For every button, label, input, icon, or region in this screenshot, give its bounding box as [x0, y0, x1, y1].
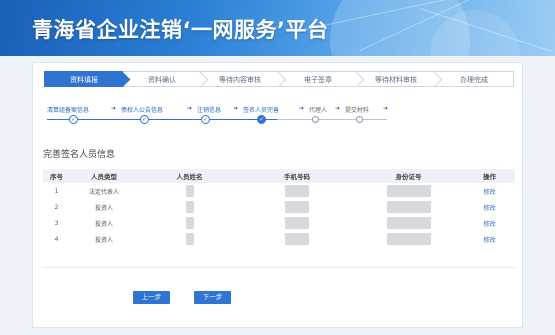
row-type: 投资人 — [94, 204, 113, 212]
row-type: 法定代表人 — [88, 188, 119, 196]
redacted-block — [185, 185, 194, 197]
col-phone: 手机号码 — [284, 173, 310, 181]
redacted-block — [285, 201, 309, 213]
substep-agent[interactable]: 代理人 — [309, 105, 327, 114]
substep-liquidation[interactable]: 清算组备案信息 — [47, 105, 89, 114]
step-label: 资料填报 — [70, 76, 98, 84]
row-name — [138, 201, 241, 213]
redacted-block — [185, 233, 194, 245]
arrow-right-icon: ➜ — [111, 105, 117, 112]
step-node: ✓ — [140, 115, 149, 124]
row-index: 3 — [54, 219, 59, 227]
process-steps: 资料填报 资料确认 等待内容审核 电子签章 等待材料审核 办理完成 — [44, 71, 514, 88]
header-banner: 青海省企业注销‘一网服务’平台 — [0, 0, 555, 56]
edit-link[interactable]: 修改 — [464, 235, 515, 244]
col-type: 人员类型 — [91, 173, 117, 181]
arrow-right-icon: ➜ — [187, 105, 193, 112]
arrow-right-icon: ➜ — [299, 105, 305, 112]
step-label: 等待内容审核 — [219, 76, 261, 84]
row-type: 投资人 — [94, 236, 113, 244]
check-icon: ✓ — [258, 115, 265, 123]
table-row: 3 投资人 修改 — [43, 215, 515, 231]
check-icon: ✓ — [202, 115, 209, 123]
check-icon: ✓ — [70, 115, 77, 123]
substep-cancellation[interactable]: 注销信息 — [197, 105, 221, 114]
divider — [43, 267, 515, 268]
edit-link[interactable]: 修改 — [464, 187, 515, 196]
redacted-block — [185, 201, 194, 213]
redacted-block — [285, 185, 309, 197]
step-label: 电子签章 — [304, 76, 332, 84]
col-action: 操作 — [483, 173, 496, 181]
table-header: 序号 人员类型 人员姓名 手机号码 身份证号 操作 — [43, 169, 515, 183]
arrow-right-icon: ➜ — [335, 105, 341, 112]
substep-signers[interactable]: 签名人员完善 — [243, 105, 279, 114]
section-title: 完善签名人员信息 — [43, 150, 116, 160]
step-node: ✓ — [69, 115, 78, 124]
sub-steps: 清算组备案信息 ➜ 债权人公告信息 ➜ 注销信息 ➜ 签名人员完善 ➜ 代理人 … — [47, 105, 427, 129]
table-row: 4 投资人 修改 — [43, 231, 515, 247]
substep-creditor[interactable]: 债权人公告信息 — [121, 105, 163, 114]
step-node-pending — [312, 116, 319, 123]
row-type: 投资人 — [94, 220, 113, 228]
step-content-review[interactable]: 等待内容审核 — [201, 71, 287, 88]
row-index: 2 — [54, 203, 59, 211]
row-name — [138, 233, 241, 245]
row-phone — [241, 217, 353, 229]
row-phone — [241, 201, 353, 213]
substep-submit[interactable]: 提交材料 — [345, 105, 369, 114]
check-icon: ✓ — [141, 115, 148, 123]
prev-button[interactable]: 上一步 — [133, 291, 170, 304]
step-complete[interactable]: 办理完成 — [435, 71, 514, 87]
edit-link[interactable]: 修改 — [464, 203, 515, 212]
step-label: 资料确认 — [148, 76, 176, 84]
col-name: 人员姓名 — [176, 173, 203, 181]
arrow-right-icon: ➜ — [383, 105, 389, 112]
main-card: 资料填报 资料确认 等待内容审核 电子签章 等待材料审核 办理完成 清算组备案信… — [32, 62, 523, 328]
row-phone — [241, 233, 353, 245]
step-node-current: ✓ — [257, 115, 266, 124]
step-node: ✓ — [201, 115, 210, 124]
arrow-right-icon: ➜ — [233, 105, 239, 112]
progress-track-done — [47, 119, 277, 120]
edit-link[interactable]: 修改 — [464, 219, 515, 228]
col-index: 序号 — [50, 173, 63, 181]
row-index: 1 — [54, 187, 59, 195]
step-label: 办理完成 — [460, 76, 488, 84]
redacted-block — [386, 201, 431, 213]
platform-title: 青海省企业注销‘一网服务’平台 — [32, 18, 329, 42]
redacted-block — [285, 233, 309, 245]
step-fill[interactable]: 资料填报 — [44, 71, 131, 88]
table-row: 1 法定代表人 修改 — [43, 183, 515, 199]
redacted-block — [386, 233, 431, 245]
redacted-block — [285, 217, 309, 229]
next-button[interactable]: 下一步 — [194, 291, 231, 304]
row-id — [353, 217, 464, 229]
progress-track-pending — [277, 119, 387, 120]
table-row: 2 投资人 修改 — [43, 199, 515, 215]
col-id: 身份证号 — [395, 173, 422, 181]
row-id — [353, 201, 464, 213]
row-name — [138, 217, 241, 229]
step-node-pending — [356, 116, 363, 123]
row-index: 4 — [54, 235, 59, 243]
signers-table: 序号 人员类型 人员姓名 手机号码 身份证号 操作 1 法定代表人 修改 2 投… — [43, 169, 515, 247]
redacted-block — [386, 185, 431, 197]
redacted-block — [185, 217, 194, 229]
row-id — [353, 185, 464, 197]
row-id — [353, 233, 464, 245]
redacted-block — [386, 217, 431, 229]
step-material-review[interactable]: 等待材料审核 — [357, 71, 443, 88]
row-name — [138, 185, 241, 197]
row-phone — [241, 185, 353, 197]
step-confirm[interactable]: 资料确认 — [123, 71, 209, 88]
step-label: 等待材料审核 — [375, 76, 417, 84]
step-e-signature[interactable]: 电子签章 — [279, 71, 365, 88]
